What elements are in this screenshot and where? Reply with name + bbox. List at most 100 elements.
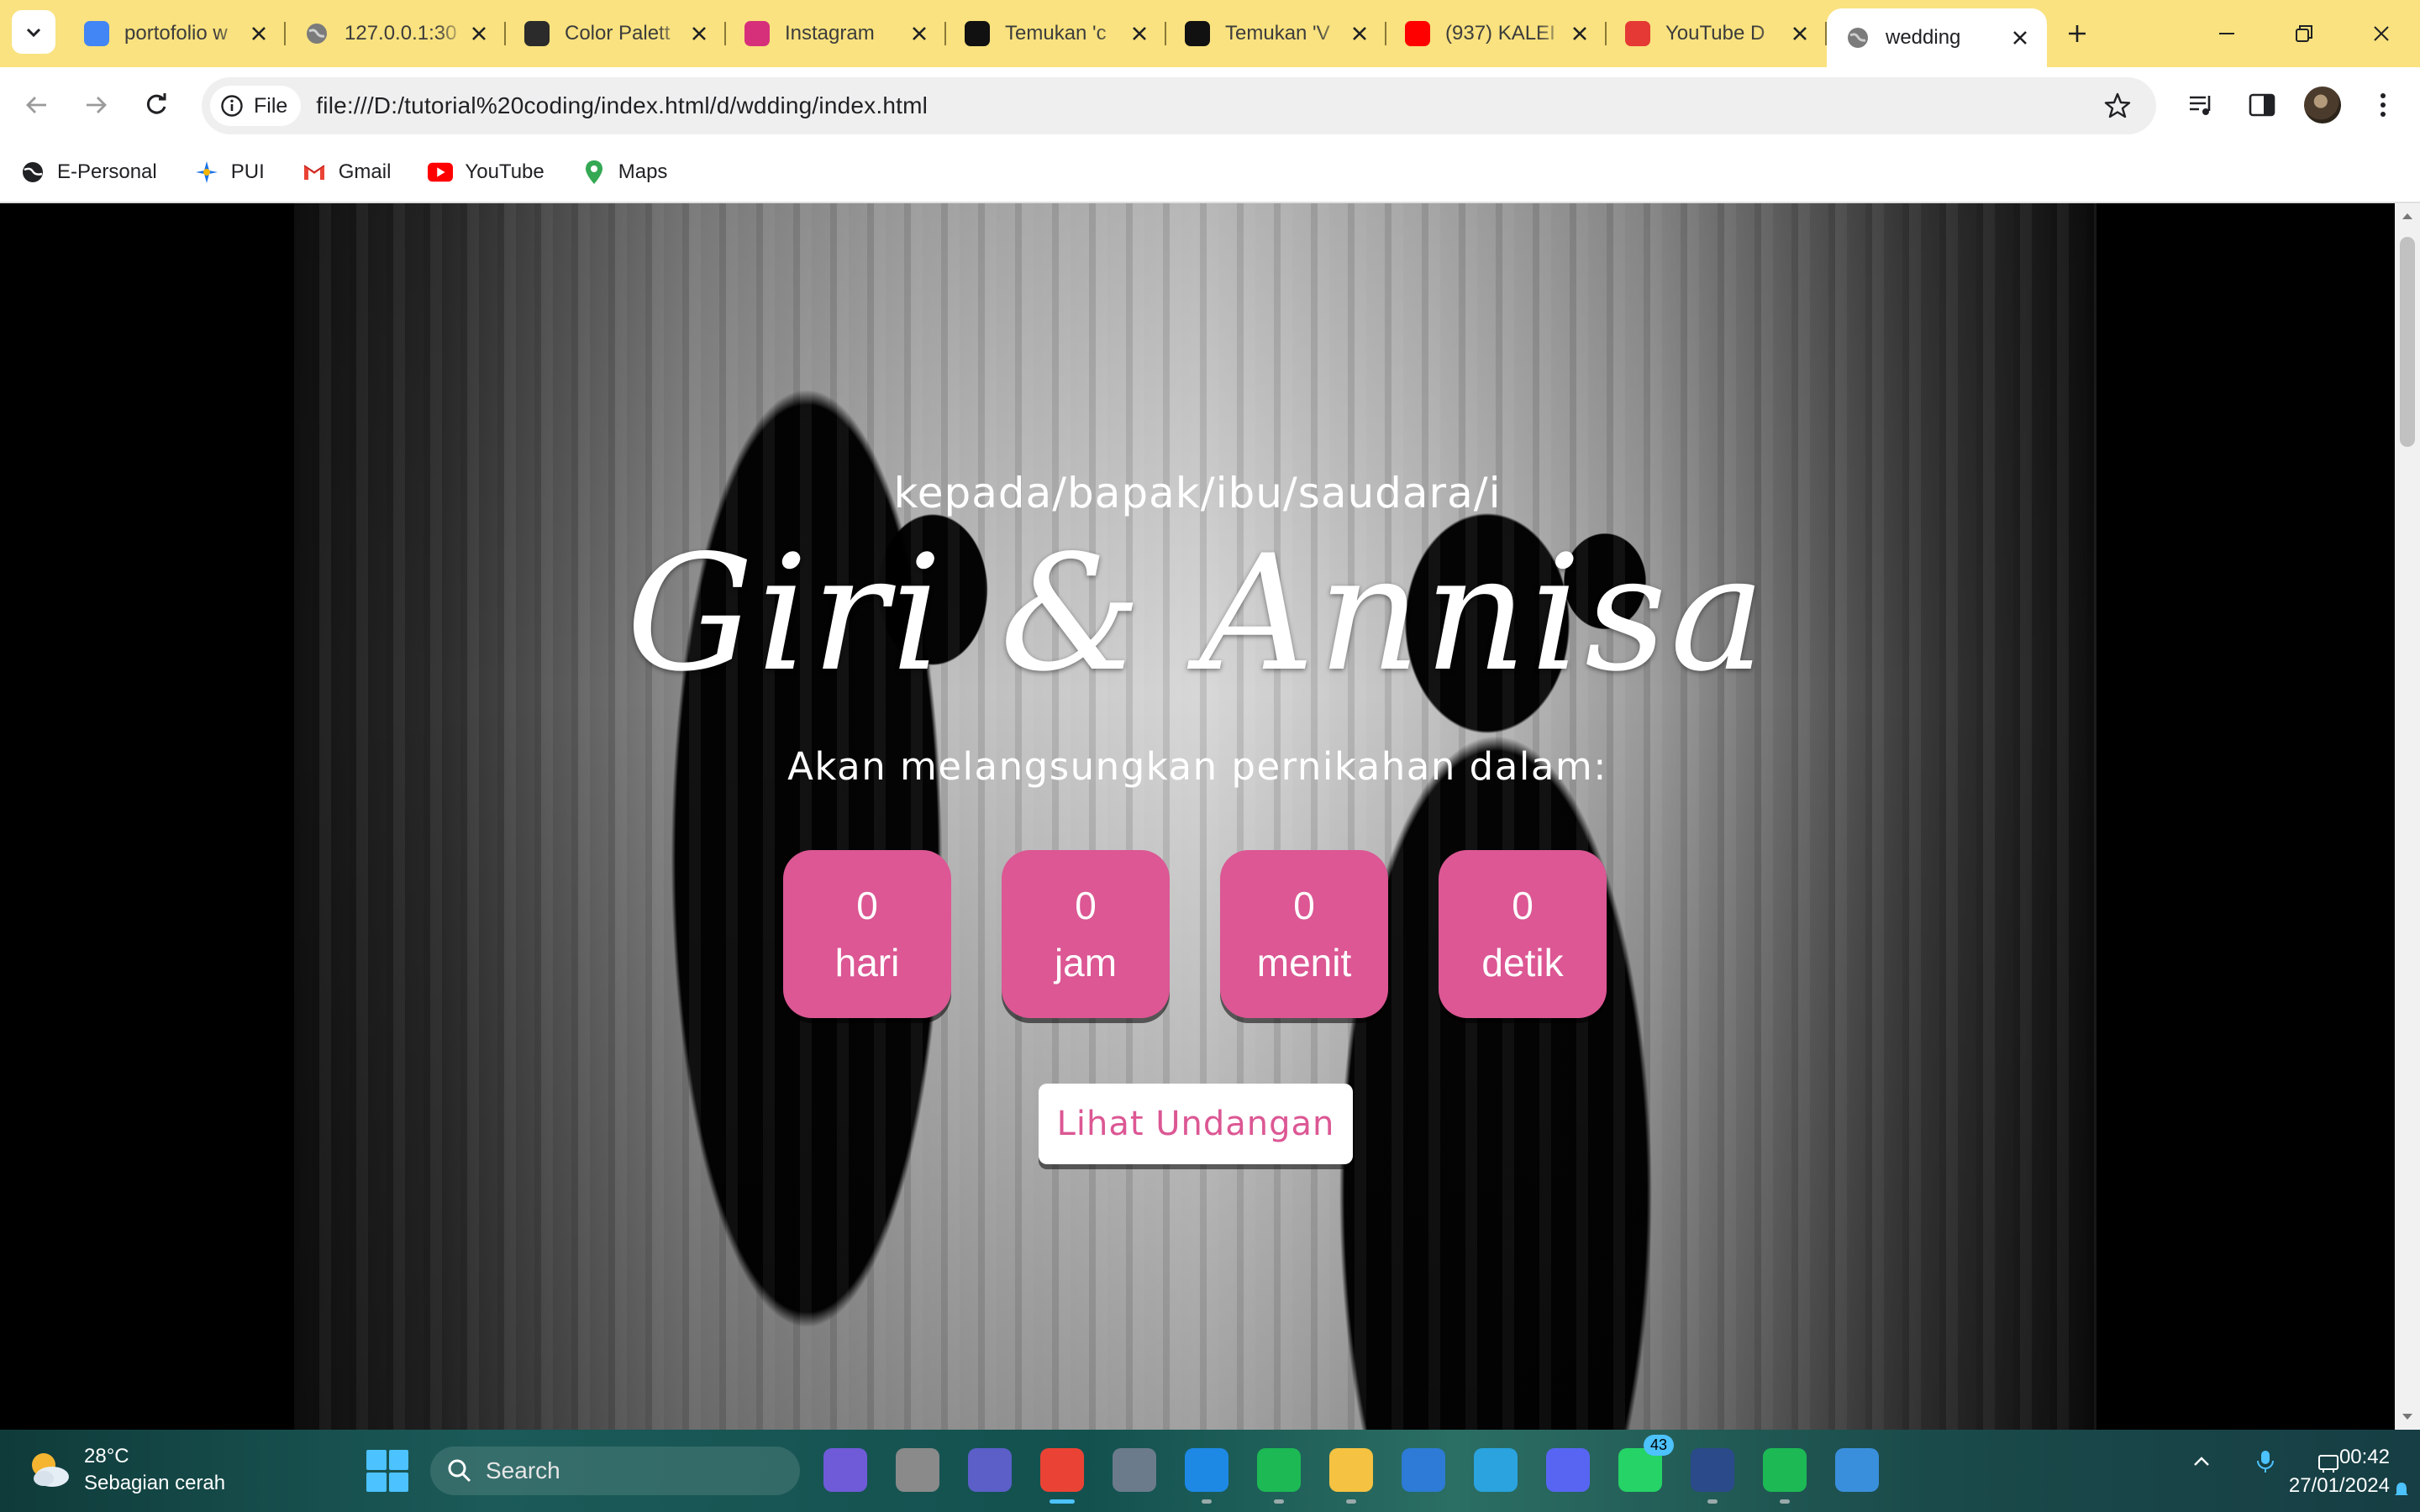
scroll-down-button[interactable] <box>2395 1404 2420 1430</box>
instagram-icon <box>744 21 770 46</box>
close-window-button[interactable] <box>2343 0 2420 67</box>
close-icon <box>252 27 266 40</box>
weather-temperature: 28°C <box>84 1445 129 1467</box>
minimize-button[interactable] <box>2188 0 2265 67</box>
chevron-up-icon <box>2194 1457 2209 1466</box>
discord-icon[interactable] <box>1546 1448 1590 1492</box>
copilot-icon[interactable] <box>823 1448 867 1492</box>
spotify-2-icon[interactable] <box>1763 1448 1807 1504</box>
tab-search-button[interactable] <box>12 10 55 54</box>
url-text[interactable]: file:///D:/tutorial%20coding/index.html/… <box>316 92 928 119</box>
tab-title: Color Palett <box>565 22 671 45</box>
taskbar-search-placeholder: Search <box>486 1457 560 1483</box>
close-icon <box>1793 27 1807 40</box>
tab[interactable]: (937) KALEI <box>1386 0 1607 67</box>
tab-close-button[interactable] <box>687 22 711 45</box>
download-icon <box>1625 21 1650 46</box>
back-button[interactable] <box>18 87 55 123</box>
tab-title: YouTube D <box>1665 22 1765 45</box>
tab[interactable]: portofolio w <box>66 0 286 67</box>
bookmark-item[interactable]: Maps <box>581 160 667 185</box>
countdown-box-jam: 0 jam <box>1002 850 1170 1018</box>
wedding-tagline: Akan melangsungkan pernikahan dalam: <box>787 744 1607 789</box>
tab[interactable]: Instagram <box>726 0 946 67</box>
chevron-down-icon <box>26 28 41 38</box>
restore-button[interactable] <box>2265 0 2343 67</box>
photos-icon[interactable] <box>1835 1448 1879 1492</box>
tab-close-button[interactable] <box>2008 26 2032 50</box>
couple-names-title: Giri & Annisa <box>626 521 1769 706</box>
bookmark-item[interactable]: E-Personal <box>20 160 157 185</box>
site-info-chip[interactable]: File <box>210 86 302 126</box>
bookmark-star-button[interactable] <box>2101 89 2134 123</box>
show-hidden-icons-button[interactable] <box>2186 1446 2217 1477</box>
tab-active[interactable]: wedding <box>1827 8 2047 67</box>
page-scrollbar[interactable] <box>2395 203 2420 1430</box>
spotify-icon[interactable] <box>1257 1448 1301 1504</box>
countdown-value: 0 <box>856 884 878 927</box>
taskbar-search[interactable]: Search <box>430 1446 800 1495</box>
tab[interactable]: 127.0.0.1:30 <box>286 0 506 67</box>
google-icon <box>84 21 109 46</box>
tab-close-button[interactable] <box>1788 22 1812 45</box>
arrow-left-icon <box>26 97 46 113</box>
scroll-up-button[interactable] <box>2395 203 2420 228</box>
tab-title: (937) KALEI <box>1445 22 1555 45</box>
bookmark-item[interactable]: Gmail <box>302 160 391 185</box>
file-explorer-icon[interactable] <box>1329 1448 1373 1504</box>
forward-button[interactable] <box>77 87 114 123</box>
file-explorer-alt-icon[interactable] <box>896 1448 939 1492</box>
tab-close-button[interactable] <box>908 22 931 45</box>
telegram-icon[interactable] <box>1474 1448 1518 1492</box>
taskbar-clock[interactable]: 00:42 27/01/2024 <box>2289 1443 2390 1500</box>
address-bar[interactable]: File file:///D:/tutorial%20coding/index.… <box>202 77 2156 134</box>
tab[interactable]: Temukan 'c <box>946 0 1166 67</box>
mic-status-button[interactable] <box>2250 1446 2281 1477</box>
running-indicator <box>1780 1499 1790 1504</box>
scroll-thumb[interactable] <box>2400 237 2415 447</box>
arrow-right-icon <box>87 97 107 113</box>
tab-title: portofolio w <box>124 22 228 45</box>
whatsapp-icon[interactable]: 43 <box>1618 1435 1674 1492</box>
globe-icon <box>20 160 45 185</box>
tab[interactable]: Color Palett <box>506 0 726 67</box>
countdown-unit: jam <box>1054 941 1118 984</box>
chrome-icon[interactable] <box>1040 1448 1084 1504</box>
reload-button[interactable] <box>138 87 175 123</box>
weather-widget[interactable]: 28°C Sebagian cerah <box>25 1443 225 1497</box>
partly-sunny-icon <box>25 1446 72 1494</box>
view-invitation-button[interactable]: Lihat Undangan <box>1039 1084 1353 1164</box>
notification-bell-icon[interactable] <box>2391 1480 2412 1500</box>
vscode-icon[interactable] <box>1185 1448 1228 1504</box>
tab-close-button[interactable] <box>1568 22 1591 45</box>
bookmark-item[interactable]: PUI <box>194 160 265 185</box>
windows-logo-pane <box>388 1472 408 1492</box>
countdown-box-detik: 0 detik <box>1439 850 1607 1018</box>
media-control-button[interactable] <box>2183 87 2220 123</box>
tab-close-button[interactable] <box>467 22 491 45</box>
start-button[interactable] <box>366 1450 408 1492</box>
powershell-icon[interactable] <box>1691 1448 1734 1504</box>
reload-icon <box>146 93 166 114</box>
menu-button[interactable] <box>2365 87 2402 123</box>
close-icon <box>2013 31 2027 45</box>
pui-icon <box>194 160 219 185</box>
teams-icon[interactable] <box>968 1448 1012 1492</box>
tab[interactable]: YouTube D <box>1607 0 1827 67</box>
tab-close-button[interactable] <box>1348 22 1371 45</box>
settings-icon[interactable] <box>1113 1448 1156 1492</box>
youtube-icon <box>1405 21 1430 46</box>
tab-title: Instagram <box>785 22 875 45</box>
taskbar-apps: 43 <box>823 1435 1879 1504</box>
microsoft-store-icon[interactable] <box>1402 1448 1445 1492</box>
new-tab-button[interactable] <box>2059 15 2096 52</box>
side-panel-button[interactable] <box>2244 87 2281 123</box>
media-queue-icon <box>2190 96 2211 115</box>
tabs-container: portofolio w 127.0.0.1:30 Color Palett Inst… <box>66 0 2047 67</box>
tab-close-button[interactable] <box>247 22 271 45</box>
profile-avatar[interactable] <box>2304 87 2341 123</box>
browser-toolbar: File file:///D:/tutorial%20coding/index.… <box>0 67 2420 143</box>
tab-close-button[interactable] <box>1128 22 1151 45</box>
tab[interactable]: Temukan 'V <box>1166 0 1386 67</box>
bookmark-item[interactable]: YouTube <box>428 160 544 185</box>
